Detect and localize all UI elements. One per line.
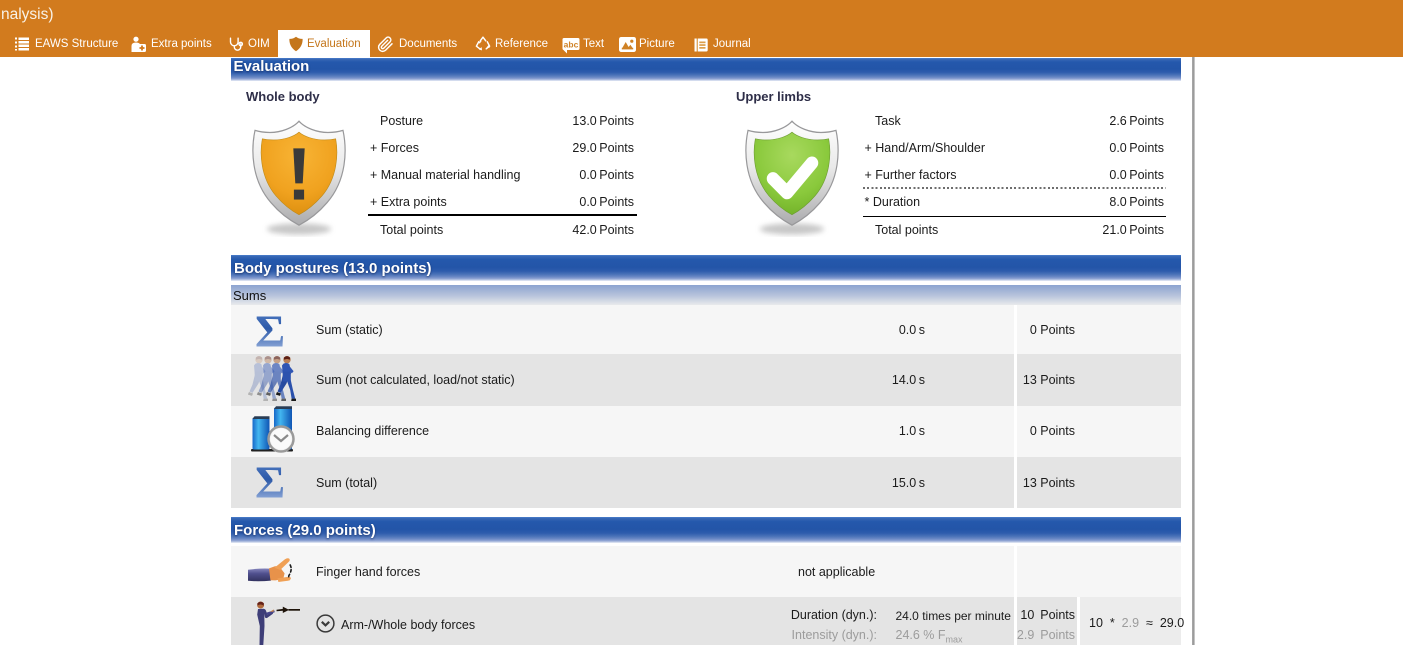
svg-text:Σ: Σ xyxy=(255,458,285,503)
svg-text:abc: abc xyxy=(564,40,579,50)
svg-text:Σ: Σ xyxy=(255,307,285,352)
